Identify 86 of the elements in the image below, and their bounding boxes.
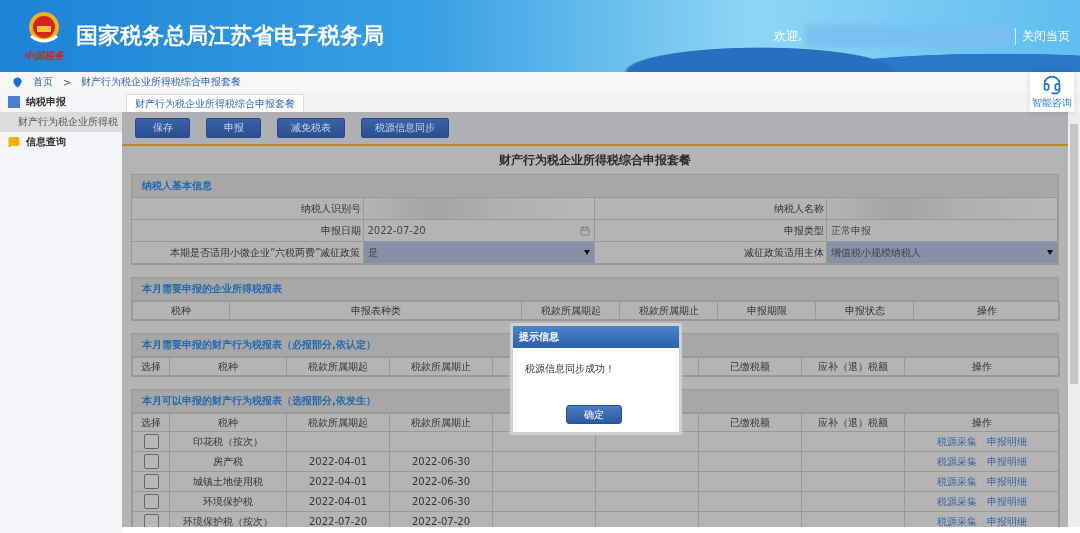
home-link[interactable]: 首页 [33, 75, 53, 89]
field-label: 纳税人名称 [595, 198, 827, 220]
select-field[interactable]: 是 [363, 242, 595, 264]
checkbox[interactable] [143, 454, 159, 469]
action-link[interactable]: 税源采集 [937, 515, 977, 527]
toolbar-button[interactable]: 减免税表 [277, 118, 345, 138]
column-header: 申报表种类 [229, 301, 522, 320]
breadcrumb-link[interactable]: 财产行为税企业所得税综合申报套餐 [81, 75, 242, 89]
column-header: 税种 [132, 301, 230, 320]
action-link[interactable]: 申报明细 [987, 515, 1027, 527]
period-start: 2022-07-20 [308, 516, 368, 527]
column-header: 税款所属期止 [389, 357, 493, 376]
sidebar-subitem[interactable]: 财产行为税企业所得税 [0, 112, 122, 132]
field-label: 申报日期 [132, 220, 364, 242]
ok-button[interactable]: 确定 [566, 405, 622, 424]
column-header: 应补（退）税额 [801, 413, 905, 432]
column-header: 选择 [132, 413, 170, 432]
column-header: 操作 [904, 413, 1060, 432]
calendar-icon [580, 225, 590, 236]
column-header: 税款所属期止 [389, 413, 493, 432]
form-icon [8, 96, 20, 108]
caret-icon [1047, 250, 1053, 255]
action-link[interactable]: 税源采集 [937, 495, 977, 507]
breadcrumb-separator: > [63, 76, 72, 88]
toolbar-button[interactable]: 税源信息同步 [361, 118, 449, 138]
period-end: 2022-06-30 [411, 496, 471, 507]
action-link[interactable]: 申报明细 [987, 495, 1027, 507]
sidebar-item[interactable]: 纳税申报 [0, 92, 122, 112]
logo-text: 中国税务 [24, 48, 64, 63]
column-header: 税款所属期止 [619, 301, 718, 320]
action-link[interactable]: 申报明细 [987, 435, 1027, 447]
section-title: 纳税人基本信息 [132, 175, 1058, 198]
period-end: 2022-06-30 [411, 476, 471, 487]
field-label: 纳税人识别号 [132, 198, 364, 220]
site-title: 国家税务总局江苏省电子税务局 [76, 22, 384, 50]
toolbar-button[interactable]: 保存 [135, 118, 190, 138]
scrollbar[interactable] [1068, 112, 1080, 527]
period-end: 2022-07-20 [411, 516, 471, 527]
tax-name: 房产税 [213, 455, 243, 467]
tax-name: 环境保护税 [203, 495, 253, 507]
field-label: 减征政策适用主体 [595, 242, 827, 264]
location-icon [12, 76, 23, 88]
action-link[interactable]: 税源采集 [937, 455, 977, 467]
column-header: 已缴税额 [698, 413, 802, 432]
sidebar-item[interactable]: 信息查询 [0, 132, 122, 152]
checkbox[interactable] [143, 474, 159, 489]
column-header: 选择 [132, 357, 170, 376]
period-end: 2022-06-30 [411, 456, 471, 467]
column-header: 税种 [169, 413, 287, 432]
column-header: 操作 [913, 301, 1060, 320]
checkbox[interactable] [143, 514, 159, 527]
action-link[interactable]: 申报明细 [987, 475, 1027, 487]
tax-name: 印花税（按次） [193, 435, 263, 447]
field-label: 本期是否适用小微企业“六税两费”减征政策 [132, 242, 364, 264]
chat-icon [8, 136, 20, 148]
checkbox[interactable] [143, 434, 159, 449]
dialog-title: 提示信息 [513, 326, 679, 348]
select-field[interactable]: 增值税小规模纳税人 [826, 242, 1058, 264]
section-title: 本月需要申报的企业所得税报表 [132, 278, 1058, 301]
column-header: 申报状态 [815, 301, 914, 320]
field-label: 申报类型 [595, 220, 827, 242]
toolbar-button[interactable]: 申报 [206, 118, 261, 138]
caret-icon [584, 250, 590, 255]
headset-icon [1042, 74, 1062, 95]
column-header: 税款所属期起 [521, 301, 620, 320]
tax-name: 城镇土地使用税 [193, 475, 263, 487]
welcome-text: 欢迎, [774, 27, 802, 45]
form-title: 财产行为税企业所得税综合申报套餐 [498, 151, 692, 169]
column-header: 应补（退）税额 [801, 357, 905, 376]
period-start: 2022-04-01 [308, 476, 368, 487]
column-header: 税款所属期起 [286, 357, 390, 376]
checkbox[interactable] [143, 494, 159, 509]
dialog-message: 税源信息同步成功！ [524, 362, 616, 376]
period-start: 2022-04-01 [308, 496, 368, 507]
tab[interactable]: 财产行为税企业所得税综合申报套餐 [126, 94, 304, 112]
action-link[interactable]: 税源采集 [937, 475, 977, 487]
column-header: 操作 [904, 357, 1060, 376]
column-header: 已缴税额 [698, 357, 802, 376]
period-start: 2022-04-01 [308, 456, 368, 467]
help-widget[interactable]: 智能咨询 [1030, 72, 1074, 112]
column-header: 申报期限 [717, 301, 816, 320]
tax-name: 环境保护税（按次） [183, 515, 273, 527]
column-header: 税种 [169, 357, 287, 376]
action-link[interactable]: 申报明细 [987, 455, 1027, 467]
column-header: 税款所属期起 [286, 413, 390, 432]
action-link[interactable]: 税源采集 [937, 435, 977, 447]
